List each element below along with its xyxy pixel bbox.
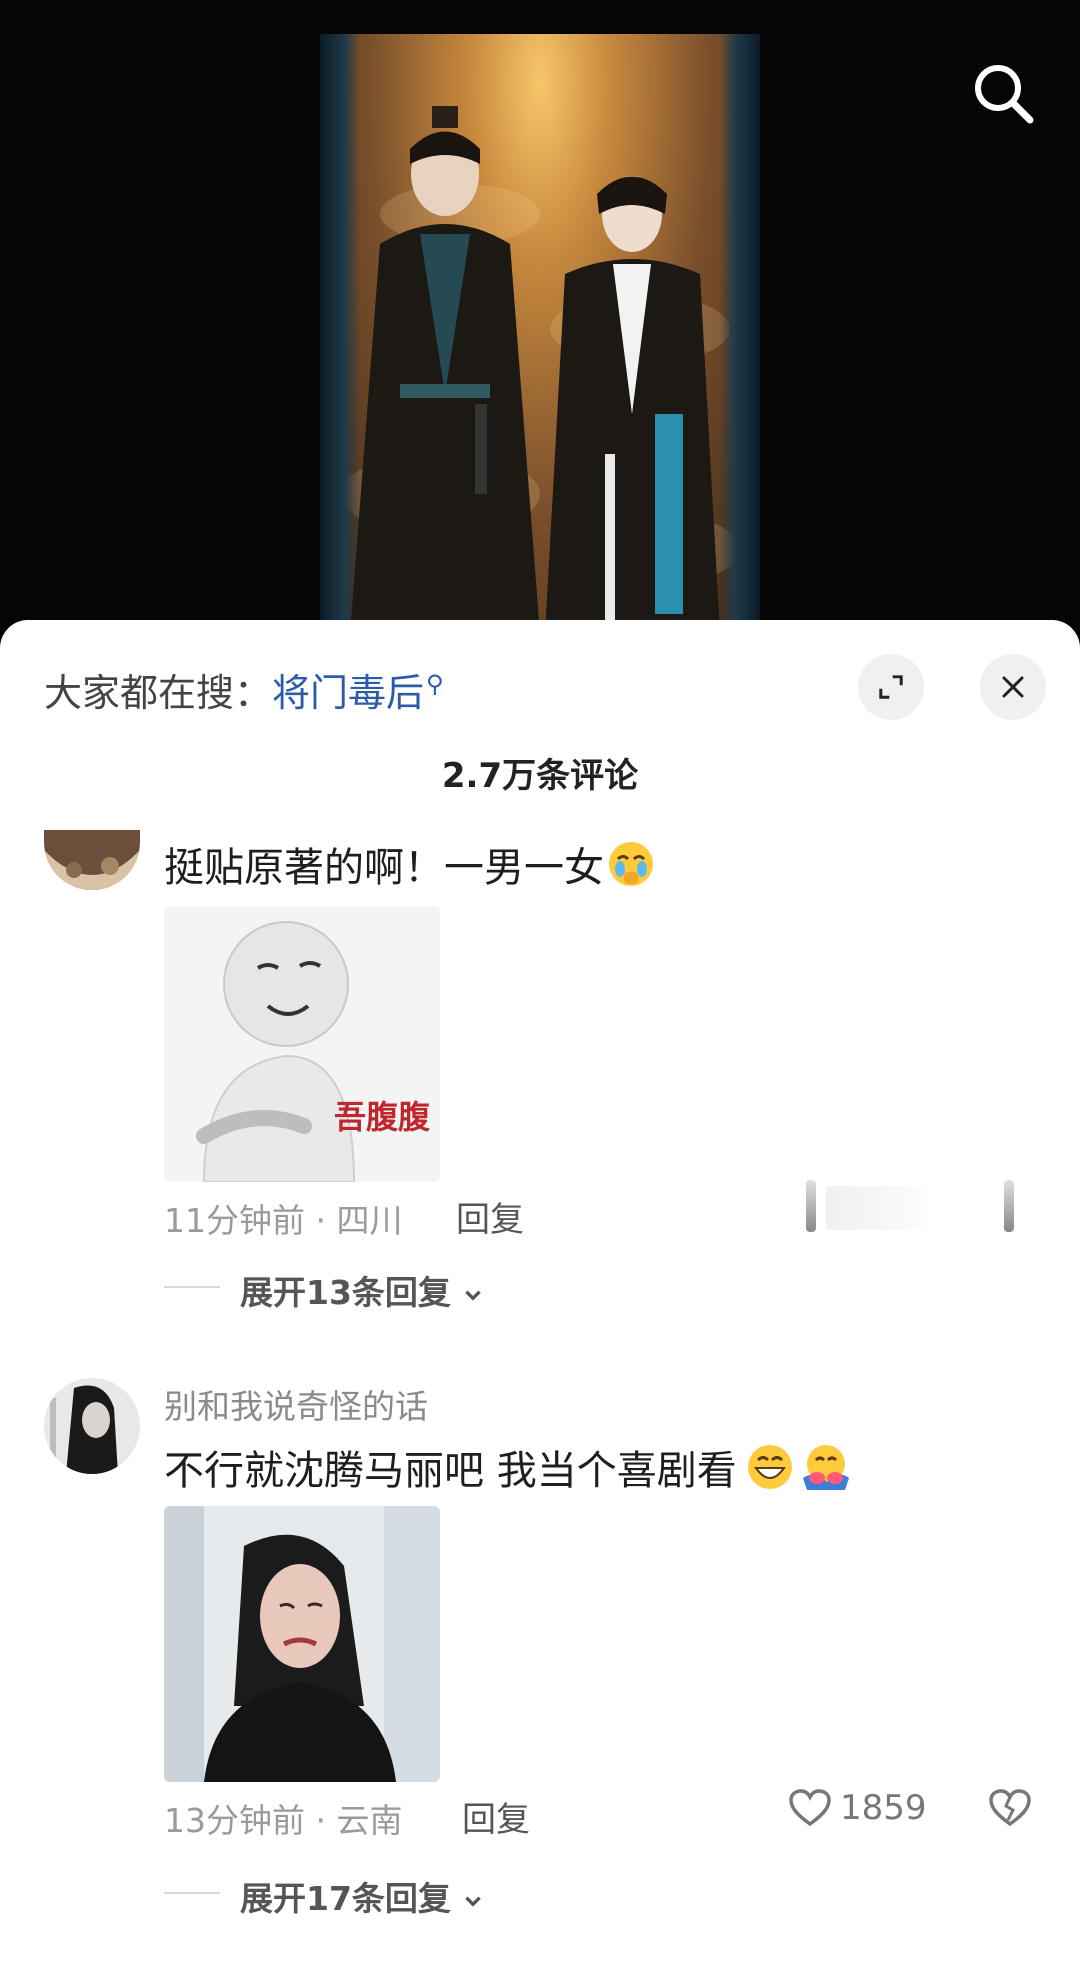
comment-gif-image[interactable] bbox=[164, 1506, 440, 1782]
like-button[interactable]: 1859 bbox=[788, 1788, 927, 1828]
video-figure-woman bbox=[545, 176, 720, 634]
video-area[interactable] bbox=[0, 0, 1080, 640]
expand-icon[interactable] bbox=[858, 654, 924, 720]
hugging-face-emoji-icon bbox=[802, 1445, 849, 1490]
reply-button[interactable]: 回复 bbox=[456, 1192, 524, 1241]
chevron-down-icon bbox=[465, 1290, 482, 1301]
heart-icon bbox=[789, 1789, 831, 1827]
expand-divider bbox=[164, 1892, 220, 1894]
expand-divider bbox=[164, 1286, 220, 1288]
expand-replies-button[interactable]: 展开13条回复 bbox=[240, 1266, 484, 1314]
dislike-placeholder bbox=[1004, 1180, 1014, 1232]
search-small-icon[interactable]: ⚲ bbox=[426, 670, 444, 698]
crying-face-emoji-icon bbox=[609, 842, 653, 886]
broken-heart-icon[interactable] bbox=[988, 1788, 1032, 1832]
like-count: 1859 bbox=[840, 1788, 927, 1828]
video-frame[interactable] bbox=[320, 34, 760, 634]
like-placeholder bbox=[806, 1180, 816, 1232]
reply-button[interactable]: 回复 bbox=[462, 1792, 530, 1841]
like-placeholder-bar bbox=[826, 1186, 926, 1230]
comment-count-title: 2.7万条评论 bbox=[441, 756, 639, 796]
video-figure-man bbox=[350, 106, 540, 634]
trending-prefix: 大家都在搜： bbox=[44, 671, 273, 715]
comment-sheet: 大家都在搜：将门毒后⚲ 2.7万条评论 挺贴原著的啊！一男一女 吾腹腹 11分钟… bbox=[0, 620, 1080, 1965]
sticker-caption: 吾腹腹 bbox=[334, 1098, 431, 1136]
comment-time-location: 13分钟前 · 云南 bbox=[164, 1801, 403, 1840]
avatar[interactable] bbox=[44, 830, 140, 890]
comment-text: 不行就沈腾马丽吧 我当个喜剧看 bbox=[164, 1438, 851, 1496]
comment-text: 挺贴原著的啊！一男一女 bbox=[164, 835, 656, 893]
username[interactable]: 别和我说奇怪的话 bbox=[164, 1380, 428, 1428]
expand-replies-button[interactable]: 展开17条回复 bbox=[240, 1872, 484, 1920]
trending-search: 大家都在搜：将门毒后⚲ bbox=[44, 662, 444, 717]
grinning-face-emoji-icon bbox=[747, 1445, 792, 1489]
search-icon[interactable] bbox=[970, 60, 1036, 126]
chevron-down-icon bbox=[465, 1896, 482, 1907]
comment-sticker-image[interactable]: 吾腹腹 bbox=[164, 906, 440, 1182]
close-icon[interactable] bbox=[980, 654, 1046, 720]
avatar[interactable] bbox=[44, 1378, 140, 1474]
trending-keyword-link[interactable]: 将门毒后 bbox=[272, 671, 424, 715]
comment-time-location: 11分钟前 · 四川 bbox=[164, 1201, 403, 1240]
